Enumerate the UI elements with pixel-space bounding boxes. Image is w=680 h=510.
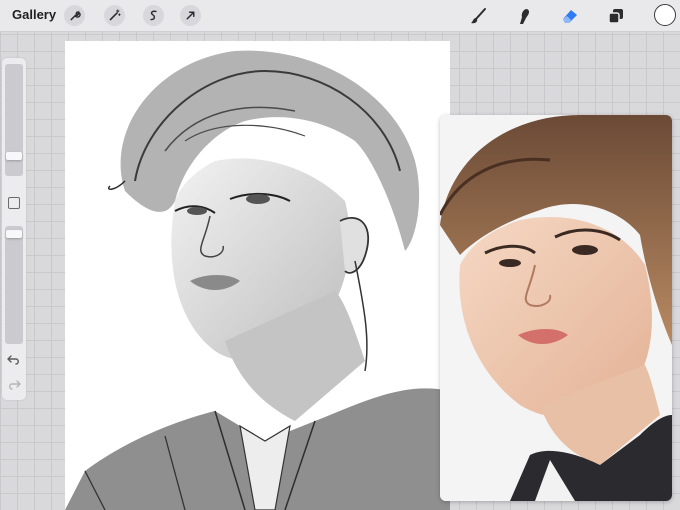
arrow-cursor-icon[interactable] [180,5,201,26]
brush-size-thumb[interactable] [6,152,22,160]
smudge-finger-icon[interactable] [513,5,535,27]
current-color-swatch[interactable] [654,4,676,26]
sketch-portrait [65,50,450,510]
opacity-slider[interactable] [5,226,23,344]
reference-image-window[interactable] [440,115,672,501]
gallery-button[interactable]: Gallery [12,7,56,22]
undo-arrow-icon[interactable] [7,354,21,366]
wrench-icon[interactable] [64,5,85,26]
magic-wand-icon[interactable] [104,5,125,26]
opacity-thumb[interactable] [6,230,22,238]
top-toolbar: Gallery [0,0,680,32]
reference-photo [440,115,672,501]
left-sidebar [2,58,26,400]
redo-arrow-icon[interactable] [7,379,21,391]
drawing-canvas[interactable] [65,41,450,510]
eraser-icon[interactable] [559,5,581,27]
layers-icon[interactable] [605,5,627,27]
brush-icon[interactable] [468,5,490,27]
selection-s-icon[interactable] [143,5,164,26]
square-modify-icon[interactable] [8,197,20,209]
brush-size-slider[interactable] [5,64,23,176]
